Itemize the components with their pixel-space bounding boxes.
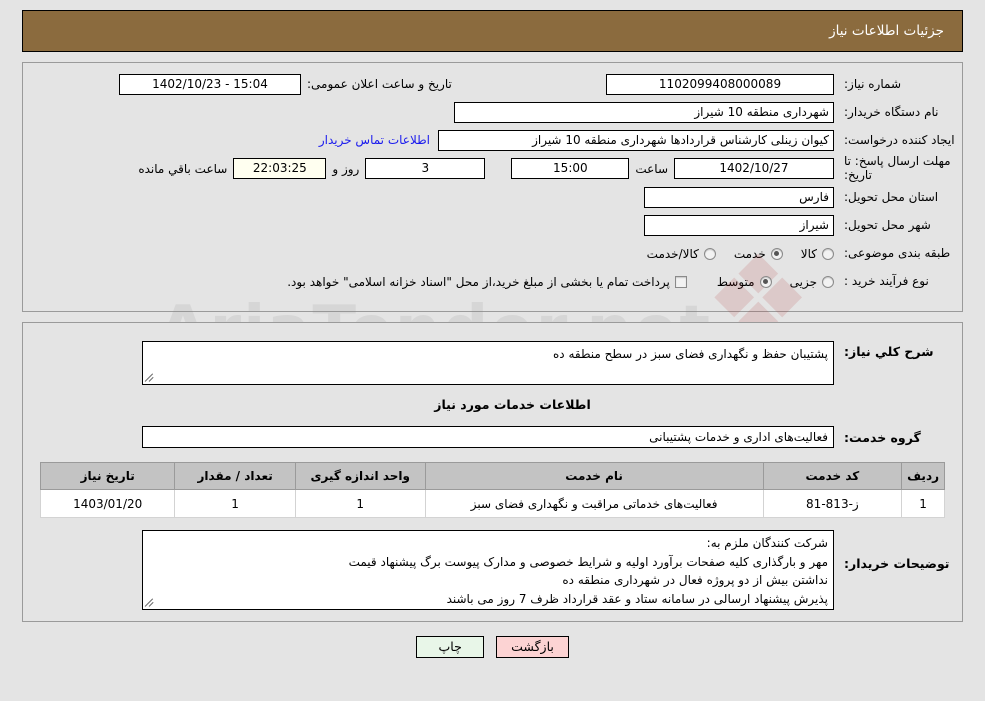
general-desc-value: پشتیبان حفظ و نگهداری فضای سبز در سطح من… [553,347,828,361]
th-service-code: کد خدمت [762,462,903,490]
checkbox-icon[interactable] [674,275,687,288]
row-category: طبقه بندی موضوعی: کالا خدمت کالا/خدمت [23,241,962,267]
category-option-label: کالا [800,246,817,261]
city-label: شهر محل تحویل: [844,218,931,233]
buyer-notes-line: مهر و بارگذاری کلیه صفحات برآورد اولیه و… [348,554,828,569]
deadline-time-label: ساعت [635,161,668,176]
announce-label: تاریخ و ساعت اعلان عمومی: [307,77,452,91]
service-info-panel: شرح کلي نياز: پشتیبان حفظ و نگهداری فضای… [22,322,963,622]
announce-value: 15:04 - 1402/10/23 [119,73,301,95]
radio-icon[interactable] [770,247,783,260]
category-label: طبقه بندی موضوعی: [844,246,951,261]
th-unit: واحد اندازه گیری [294,462,426,490]
buyer-notes-line: پذیرش پیشنهاد ارسالی در سامانه ستاد و عق… [446,591,828,606]
purchase-type-option-label: جزیی [789,274,817,289]
deadline-countdown: 22:03:25 [233,158,327,180]
th-service-name: نام خدمت [424,462,764,490]
row-deadline: مهلت ارسال پاسخ: تا تاریخ: 1402/10/27 سا… [23,154,962,183]
buyer-org-value: شهرداری منطقه 10 شیراز [454,101,834,123]
row-creator: ایجاد کننده درخواست: کیوان زینلی کارشناس… [23,127,962,153]
category-option-khedmat[interactable]: خدمت [734,247,783,261]
general-desc-label: شرح کلي نياز: [844,344,934,359]
radio-icon[interactable] [822,247,834,260]
row-general-description: شرح کلي نياز: پشتیبان حفظ و نگهداری فضای… [23,331,962,385]
service-group-value: فعالیت‌های اداری و خدمات پشتیبانی [142,426,834,448]
row-buyer-notes: توضیحات خریدار: شرکت کنندگان ملزم به: مه… [23,518,962,610]
buyer-notes-line: نداشتن بیش از دو پروژه فعال در شهرداری م… [562,573,828,588]
treasury-docs-checkbox-item[interactable]: پرداخت تمام یا بخشی از مبلغ خرید،از محل … [287,275,687,289]
creator-value: کیوان زینلی کارشناس قراردادها شهرداری من… [438,129,834,151]
city-value: شیراز [644,215,834,237]
th-need-date: تاریخ نیاز [39,462,176,490]
items-table: ردیف کد خدمت نام خدمت واحد اندازه گیری ت… [39,462,945,518]
radio-icon[interactable] [822,275,834,288]
need-info-panel: ❖ AriaTender.net شماره نیاز: 11020994080… [22,62,963,367]
row-service-group: گروه خدمت: فعالیت‌های اداری و خدمات پشتی… [23,416,962,448]
resize-grip-icon[interactable] [145,373,155,383]
row-purchase-type: نوع فرآیند خرید : جزیی متوسط پرداخت تمام… [23,269,962,295]
deadline-days: 3 [365,158,486,180]
radio-icon[interactable] [703,247,716,260]
footer-actions: بازگشت چاپ [0,622,985,658]
table-header-row: ردیف کد خدمت نام خدمت واحد اندازه گیری ت… [39,462,945,490]
need-number-value: 1102099408000089 [606,73,834,95]
cell-radif: 1 [901,489,945,518]
need-number-label: شماره نیاز: [844,76,901,91]
cell-service-name: فعالیت‌های خدماتی مراقبت و نگهداری فضای … [424,489,764,518]
creator-label: ایجاد کننده درخواست: [844,132,955,147]
category-option-label: خدمت [733,246,766,261]
row-buyer-org: نام دستگاه خریدار: شهرداری منطقه 10 شیرا… [23,99,962,125]
buyer-contact-link[interactable]: اطلاعات تماس خریدار [311,133,438,147]
service-group-label: گروه خدمت: [844,429,921,445]
deadline-remaining-label: ساعت باقي مانده [138,161,228,176]
category-option-kala[interactable]: کالا [801,247,834,261]
cell-service-code: ز-813-81 [762,489,903,518]
deadline-date: 1402/10/27 [674,158,834,180]
cell-need-date: 1403/01/20 [39,489,176,518]
th-radif: ردیف [901,462,945,490]
row-city: شهر محل تحویل: شیراز [23,213,962,239]
th-quantity: تعداد / مقدار [174,462,296,490]
category-option-kala-khedmat[interactable]: کالا/خدمت [647,247,716,261]
services-section-title: اطلاعات خدمات مورد نیاز [434,397,591,412]
category-option-label: کالا/خدمت [646,246,699,261]
province-value: فارس [644,187,834,209]
purchase-type-option-motavaset[interactable]: متوسط [717,275,772,289]
deadline-days-label: روز و [332,161,360,176]
row-need-number: شماره نیاز: 1102099408000089 تاریخ و ساع… [23,71,962,97]
buyer-notes-line: شرکت کنندگان ملزم به: [706,536,828,550]
radio-icon[interactable] [759,275,772,288]
general-desc-textarea[interactable]: پشتیبان حفظ و نگهداری فضای سبز در سطح من… [142,341,834,385]
buyer-org-label: نام دستگاه خریدار: [844,104,939,119]
deadline-label: مهلت ارسال پاسخ: تا تاریخ: [844,154,951,182]
buyer-notes-label: توضیحات خریدار: [844,556,950,571]
cell-quantity: 1 [174,489,296,518]
purchase-type-option-jozei[interactable]: جزیی [790,275,834,289]
purchase-type-label: نوع فرآیند خرید : [844,274,929,289]
category-radio-group: کالا خدمت کالا/خدمت [629,247,834,261]
page-header: جزئیات اطلاعات نیاز [22,10,963,52]
cell-unit: 1 [294,489,426,518]
treasury-docs-note: پرداخت تمام یا بخشی از مبلغ خرید،از محل … [287,274,670,289]
page-title: جزئیات اطلاعات نیاز [829,23,944,39]
purchase-type-radio-group: جزیی متوسط [699,275,834,289]
province-label: استان محل تحویل: [844,190,939,205]
items-table-wrap: ردیف کد خدمت نام خدمت واحد اندازه گیری ت… [23,448,962,518]
table-row: 1 ز-813-81 فعالیت‌های خدماتی مراقبت و نگ… [39,489,945,518]
buyer-notes-textarea[interactable]: شرکت کنندگان ملزم به: مهر و بارگذاری کلی… [142,530,834,610]
deadline-time: 15:00 [511,158,630,180]
back-button[interactable]: بازگشت [496,636,569,658]
print-button[interactable]: چاپ [416,636,485,658]
row-province: استان محل تحویل: فارس [23,185,962,211]
purchase-type-option-label: متوسط [716,274,755,289]
